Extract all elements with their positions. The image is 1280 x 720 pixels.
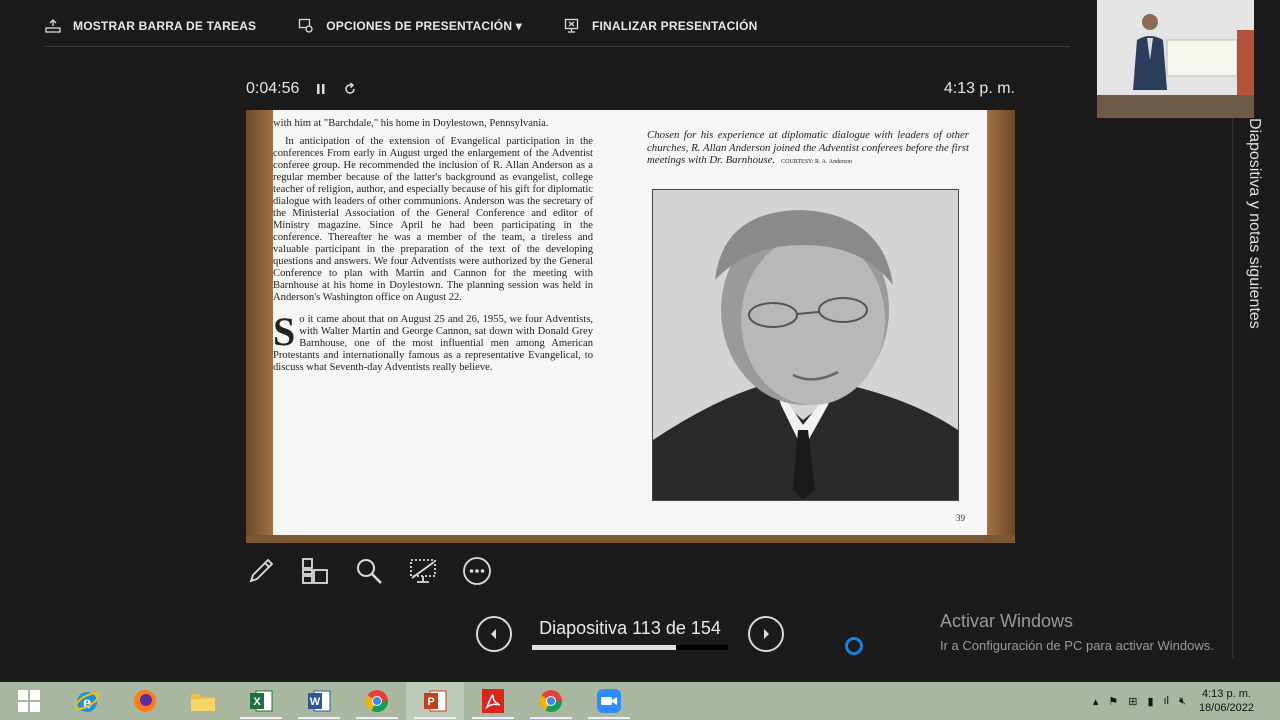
current-slide[interactable]: with him at "Barchdale," his home in Doy…: [246, 110, 1015, 543]
slide-counter[interactable]: Diapositiva 113 de 154: [532, 618, 728, 650]
magnifier-icon: [357, 559, 382, 584]
next-slide-button[interactable]: [748, 616, 784, 652]
taskbar-zoom[interactable]: [580, 682, 638, 720]
presenter-toolbar: MOSTRAR BARRA DE TAREAS OPCIONES DE PRES…: [45, 12, 799, 40]
pause-icon: [317, 84, 325, 94]
webcam-image: [1097, 0, 1254, 118]
page-number: 39: [956, 513, 965, 523]
zoom-app-icon: [597, 689, 621, 713]
next-slide-notes-label[interactable]: Diapositiva y notas siguientes: [1245, 118, 1263, 329]
end-presentation-label: FINALIZAR PRESENTACIÓN: [591, 19, 758, 33]
webcam-overlay: [1097, 0, 1254, 118]
slide-progress-bar: [532, 645, 728, 650]
taskbar-date: 18/06/2022: [1198, 702, 1254, 714]
svg-text:X: X: [253, 696, 261, 708]
zoom-button[interactable]: [354, 556, 384, 586]
excel-icon: X: [250, 690, 273, 712]
article-text: with him at "Barchdale," his home in Doy…: [273, 118, 593, 380]
end-show-icon: [564, 18, 579, 33]
pause-timer-button[interactable]: [315, 82, 327, 96]
photo-caption: Chosen for his experience at diplomatic …: [647, 129, 969, 169]
word-icon: W: [308, 690, 331, 712]
scanned-page: with him at "Barchdale," his home in Doy…: [273, 110, 987, 535]
taskbar-chrome-2[interactable]: [522, 682, 580, 720]
wifi-icon[interactable]: ıl: [1164, 695, 1170, 707]
folder-icon: [191, 694, 215, 711]
restart-icon: [345, 82, 356, 94]
firefox-icon: [134, 690, 156, 712]
show-taskbar-label: MOSTRAR BARRA DE TAREAS: [73, 19, 257, 33]
battery-icon[interactable]: ▮: [1147, 695, 1153, 708]
activate-windows-watermark: Activar Windows Ir a Configuración de PC…: [940, 611, 1214, 653]
start-button[interactable]: [0, 682, 58, 720]
end-presentation-button[interactable]: FINALIZAR PRESENTACIÓN: [564, 18, 758, 34]
slide-progress-fill: [532, 645, 676, 650]
presentation-timer: 0:04:56: [246, 80, 357, 98]
grid-icon: [302, 558, 328, 584]
drop-cap: S: [273, 309, 296, 354]
flag-icon[interactable]: ⚑: [1108, 695, 1118, 708]
article-paragraph: with him at "Barchdale," his home in Doy…: [273, 118, 549, 129]
screen-off-icon: [410, 559, 436, 583]
watermark-subtitle: Ir a Configuración de PC para activar Wi…: [940, 638, 1214, 653]
black-screen-button[interactable]: [408, 556, 438, 586]
system-tray: ▴ ⚑ ⊞ ▮ ıl 🔇︎ 4:13 p. m. 18/06/2022: [1088, 682, 1280, 720]
presentation-options-label: OPCIONES DE PRESENTACIÓN ▾: [326, 19, 522, 33]
chrome-icon: [366, 690, 388, 712]
previous-slide-button[interactable]: [476, 616, 512, 652]
chrome-icon: [540, 690, 562, 712]
watermark-title: Activar Windows: [940, 611, 1074, 631]
taskbar-excel[interactable]: X: [232, 682, 290, 720]
taskbar-file-explorer[interactable]: [174, 682, 232, 720]
toolbar-divider: [45, 46, 1070, 47]
powerpoint-icon: P: [424, 690, 447, 712]
network-adapter-icon[interactable]: ⊞: [1128, 695, 1137, 708]
svg-text:W: W: [310, 696, 321, 708]
slide-counter-label: Diapositiva 113 de 154: [539, 618, 721, 638]
show-taskbar-button[interactable]: MOSTRAR BARRA DE TAREAS: [45, 19, 256, 33]
acrobat-icon: [482, 689, 504, 713]
taskbar-time: 4:13 p. m.: [1202, 688, 1251, 700]
more-icon: [463, 557, 491, 585]
taskbar-clock[interactable]: 4:13 p. m. 18/06/2022: [1199, 687, 1254, 715]
pen-icon: [249, 558, 274, 583]
windows-taskbar: e X W P ▴ ⚑ ⊞ ▮ ıl 🔇︎ 4:13 p. m. 18/06/2…: [0, 682, 1280, 720]
elapsed-time: 0:04:56: [246, 80, 300, 97]
windows-logo-icon: [18, 690, 40, 712]
more-options-button[interactable]: [462, 556, 492, 586]
reset-timer-button[interactable]: [343, 82, 357, 96]
presentation-options-button[interactable]: OPCIONES DE PRESENTACIÓN ▾: [298, 18, 522, 34]
portrait-image: [653, 190, 958, 500]
pen-tool-button[interactable]: [246, 556, 276, 586]
taskbar-powerpoint[interactable]: P: [406, 682, 464, 720]
settings-icon: [299, 18, 313, 33]
volume-muted-icon[interactable]: 🔇︎: [1179, 695, 1186, 708]
slide-tools: [246, 556, 516, 586]
article-paragraph: o it came about that on August 25 and 26…: [273, 314, 593, 373]
show-hidden-icons-icon[interactable]: ▴: [1093, 695, 1099, 708]
loading-spinner-icon: [845, 637, 863, 655]
portrait-photo: [652, 189, 959, 501]
svg-text:P: P: [427, 696, 434, 708]
slide-bottom-edge: [246, 535, 1015, 543]
taskbar-firefox[interactable]: [116, 682, 174, 720]
photo-credit: COURTESY: R. A. Anderson: [781, 159, 852, 165]
internet-explorer-icon: e: [74, 692, 100, 712]
taskbar-acrobat[interactable]: [464, 682, 522, 720]
article-paragraph: In anticipation of the extension of Evan…: [273, 136, 593, 303]
taskbar-internet-explorer[interactable]: e: [58, 682, 116, 720]
taskbar-word[interactable]: W: [290, 682, 348, 720]
article-paragraph-drop: So it came about that on August 25 and 2…: [273, 309, 593, 374]
current-time: 4:13 p. m.: [943, 80, 1015, 97]
see-all-slides-button[interactable]: [300, 556, 330, 586]
chevron-left-icon: [491, 629, 496, 639]
taskbar-icon: [45, 19, 61, 33]
taskbar-chrome[interactable]: [348, 682, 406, 720]
chevron-right-icon: [764, 629, 769, 639]
slide-navigation: Diapositiva 113 de 154: [476, 616, 784, 652]
